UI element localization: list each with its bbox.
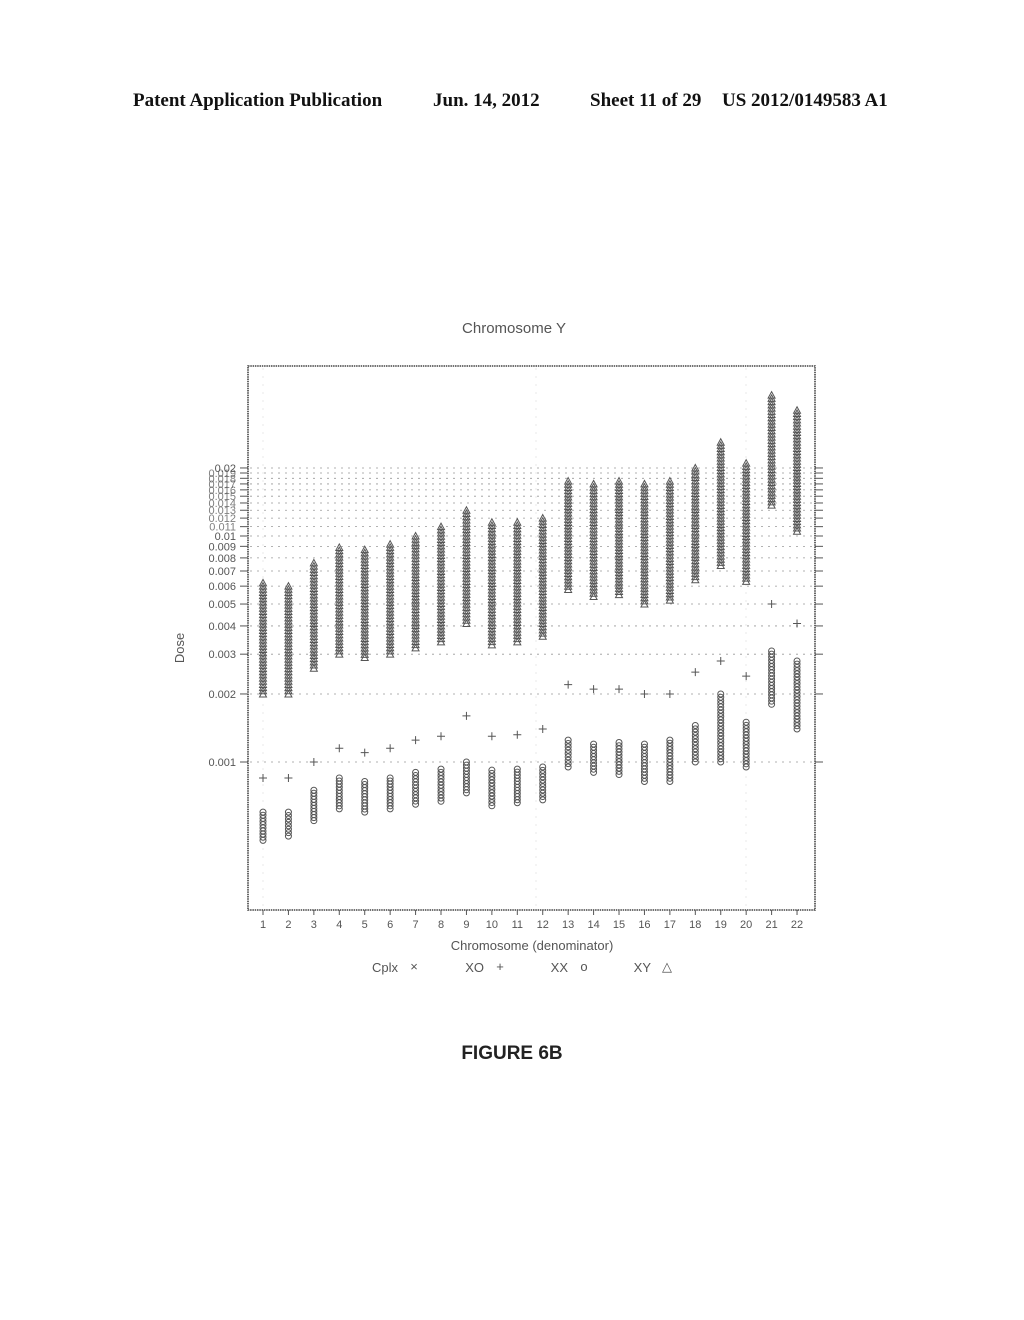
- x-tick-label: 12: [537, 919, 549, 931]
- y-tick-label: 0.006: [208, 581, 236, 593]
- plus-marker: [335, 744, 344, 753]
- plus-marker: [437, 732, 446, 741]
- plus-marker: [691, 668, 700, 677]
- plus-marker: [386, 744, 395, 753]
- y-tick-label: 0.009: [208, 541, 236, 553]
- y-tick-label: 0.003: [208, 649, 236, 661]
- y-tick-label: 0.007: [208, 566, 236, 578]
- plus-marker: [538, 724, 547, 733]
- x-tick-label: 4: [336, 919, 342, 931]
- plus-marker: [793, 619, 802, 628]
- legend-label: Cplx: [372, 960, 399, 975]
- x-axis: 1 2 3 4 5 6 7 8 9 10 11 12 13 14 15 16 17 18 19 20 21 22: [260, 910, 803, 931]
- x-tick-label: 15: [613, 919, 625, 931]
- plus-marker: [284, 773, 293, 782]
- plus-marker: [665, 689, 674, 698]
- plus-marker: [462, 711, 471, 720]
- plus-marker: [411, 736, 420, 745]
- legend-marker: +: [496, 959, 504, 974]
- legend: Cplx × XO + XX o XY △: [372, 959, 672, 975]
- grid-layer: [250, 368, 813, 908]
- plus-marker: [360, 748, 369, 757]
- plot-frame: [247, 365, 816, 911]
- x-tick-label: 8: [438, 919, 444, 931]
- plus-marker: [564, 680, 573, 689]
- x-tick-label: 17: [664, 919, 676, 931]
- x-tick-label: 20: [740, 919, 752, 931]
- plus-marker: [513, 730, 522, 739]
- plus-marker: [716, 656, 725, 665]
- plus-marker: [767, 600, 776, 609]
- x-tick-label: 5: [362, 919, 368, 931]
- x-tick-label: 7: [413, 919, 419, 931]
- legend-label: XO: [465, 960, 484, 975]
- x-tick-label: 13: [562, 919, 574, 931]
- x-tick-label: 3: [311, 919, 317, 931]
- legend-marker: △: [662, 959, 672, 974]
- data-points: [258, 390, 802, 844]
- plus-marker: [487, 732, 496, 741]
- x-axis-label: Chromosome (denominator): [451, 938, 614, 953]
- legend-label: XY: [634, 960, 652, 975]
- plus-marker: [259, 773, 267, 782]
- plus-marker: [589, 685, 598, 694]
- y-axis-label: Dose: [172, 633, 187, 663]
- y-tick-label: 0.002: [208, 689, 236, 701]
- x-tick-label: 16: [638, 919, 650, 931]
- x-tick-label: 11: [512, 919, 523, 931]
- x-tick-label: 21: [765, 919, 777, 931]
- x-tick-label: 1: [260, 919, 266, 931]
- x-tick-label: 9: [463, 919, 469, 931]
- x-tick-label: 10: [486, 919, 498, 931]
- x-tick-label: 2: [285, 919, 291, 931]
- plus-marker: [640, 689, 649, 698]
- x-tick-label: 19: [715, 919, 727, 931]
- y-tick-label: 0.005: [208, 599, 236, 611]
- y-tick-label: 0.019: [208, 468, 236, 480]
- legend-marker: ×: [410, 959, 418, 974]
- legend-marker: o: [580, 959, 587, 974]
- x-tick-label: 18: [689, 919, 701, 931]
- x-tick-label: 14: [587, 919, 599, 931]
- legend-label: XX: [551, 960, 569, 975]
- plus-marker: [309, 758, 318, 766]
- plus-marker: [615, 685, 624, 694]
- y-tick-label: 0.001: [208, 757, 236, 769]
- x-tick-label: 22: [791, 919, 803, 931]
- plus-marker: [742, 672, 751, 681]
- x-tick-label: 6: [387, 919, 393, 931]
- scatter-chart: 0.001 0.002 0.003 0.004 0.005 0.006 0.0070.008…: [172, 365, 823, 975]
- y-tick-label: 0.004: [208, 621, 236, 633]
- y-tick-label: 0.008: [208, 553, 236, 565]
- figure-label: FIGURE 6B: [461, 1043, 563, 1064]
